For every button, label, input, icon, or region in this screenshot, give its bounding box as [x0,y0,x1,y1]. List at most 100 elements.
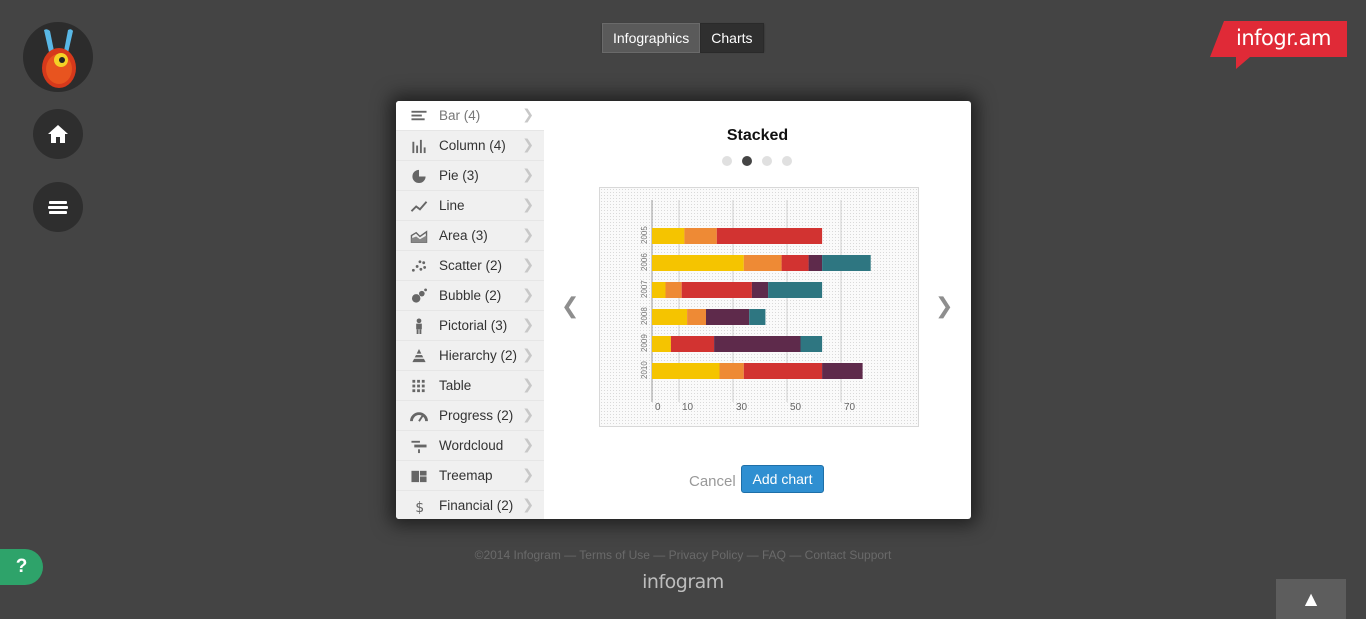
chart-type-label: Treemap [439,468,493,483]
chart-type-item[interactable]: Treemap ❯ [396,461,544,491]
library-button[interactable] [33,182,83,232]
chart-type-item[interactable]: Area (3) ❯ [396,221,544,251]
bar-segment [652,363,720,379]
area-chart-icon [410,230,428,243]
chart-type-label: Column (4) [439,138,506,153]
chart-type-item[interactable]: Bar (4) ❯ [396,101,544,131]
table-icon [412,379,425,393]
chart-type-item[interactable]: $ Financial (2) ❯ [396,491,544,519]
carousel-dot[interactable] [762,156,772,166]
chevron-up-icon: ▲ [1304,589,1318,608]
brand-logo-text: infogr.am [1236,26,1331,50]
chart-type-item[interactable]: Wordcloud ❯ [396,431,544,461]
bar-segment [706,309,750,325]
chart-type-item[interactable]: Line ❯ [396,191,544,221]
bar-segment [652,255,744,271]
chart-type-item[interactable]: Scatter (2) ❯ [396,251,544,281]
svg-text:$: $ [415,500,424,514]
tab-infographics[interactable]: Infographics [602,23,701,53]
bar-segment [681,282,752,298]
footer-links[interactable]: ©2014 Infogram — Terms of Use — Privacy … [0,548,1366,562]
gauge-icon [410,412,428,422]
y-tick-label: 2007 [640,280,649,298]
add-chart-button[interactable]: Add chart [741,465,824,493]
carousel-dot[interactable] [782,156,792,166]
chart-type-item[interactable]: Table ❯ [396,371,544,401]
tab-charts[interactable]: Charts [700,23,764,53]
bar-segment [716,228,823,244]
carousel-dots [722,156,792,166]
chevron-right-icon: ❯ [522,197,534,213]
chart-type-label: Hierarchy (2) [439,348,518,363]
chevron-right-icon: ❯ [522,257,534,273]
column-chart-icon [412,139,426,154]
scroll-to-top-button[interactable]: ▲ [1276,579,1346,619]
bar-segment [768,282,823,298]
x-tick-label: 50 [790,402,802,413]
chart-type-item[interactable]: Hierarchy (2) ❯ [396,341,544,371]
bubble-chart-icon [411,288,427,303]
bar-segment [743,255,782,271]
bar-segment [808,255,823,271]
chevron-right-icon: ❯ [522,407,534,423]
infogram-logo-avatar[interactable] [23,22,93,92]
bar-segment [719,363,744,379]
bar-segment [670,336,715,352]
chevron-right-icon: ❯ [522,167,534,183]
y-tick-label: 2005 [640,226,649,244]
pie-chart-icon [412,168,427,184]
bar-segment [652,228,685,244]
stacked-bar-chart: 2005 2006 2007 2008 2009 2010 0 10 30 50 70 [640,200,871,413]
chart-type-item[interactable]: Column (4) ❯ [396,131,544,161]
next-arrow-icon[interactable]: ❯ [935,294,953,319]
chart-type-label: Financial (2) [439,498,514,513]
chart-type-item[interactable]: Progress (2) ❯ [396,401,544,431]
cancel-button[interactable]: Cancel [689,473,736,490]
chart-type-label: Line [439,198,465,213]
person-icon [416,318,422,334]
dollar-icon: $ [415,500,424,514]
y-tick-label: 2006 [640,253,649,271]
bar-segment [781,255,809,271]
x-tick-label: 70 [844,402,856,413]
carousel-dot[interactable] [722,156,732,166]
bar-segment [687,309,706,325]
chart-type-label: Progress (2) [439,408,514,423]
x-tick-label: 0 [655,402,661,413]
bar-segment [749,309,766,325]
scatter-chart-icon [411,260,427,272]
chart-type-item[interactable]: Pictorial (3) ❯ [396,311,544,341]
chevron-right-icon: ❯ [522,107,534,123]
chart-type-label: Area (3) [439,228,488,243]
mascot-icon [42,29,76,88]
chart-type-item[interactable]: Pie (3) ❯ [396,161,544,191]
chevron-right-icon: ❯ [522,137,534,153]
y-tick-label: 2008 [640,307,649,325]
chart-type-label: Wordcloud [439,438,504,453]
chevron-right-icon: ❯ [522,377,534,393]
chevron-right-icon: ❯ [522,227,534,243]
footer-logo: infogram [642,571,724,593]
y-tick-label: 2010 [640,361,649,379]
chevron-right-icon: ❯ [522,437,534,453]
chart-type-label: Bar (4) [439,108,481,123]
chart-type-item[interactable]: Bubble (2) ❯ [396,281,544,311]
home-icon [48,125,68,143]
treemap-icon [411,470,427,483]
bar-segment [800,336,823,352]
carousel-dot-active[interactable] [742,156,752,166]
bar-segment [652,282,666,298]
x-tick-label: 30 [736,402,748,413]
chart-type-label: Scatter (2) [439,258,503,273]
bar-segment [751,282,769,298]
chart-picker-dialog: Bar (4) ❯ Column (4) ❯ Pie (3) ❯ Line ❯ Area (3)… [396,101,971,519]
bar-segment [652,336,671,352]
chevron-right-icon: ❯ [522,467,534,483]
home-button[interactable] [33,109,83,159]
bar-segment [822,363,863,379]
bar-segment [714,336,801,352]
previous-arrow-icon[interactable]: ❮ [561,294,579,319]
pyramid-icon [412,348,426,363]
help-button[interactable]: ? [0,549,43,585]
line-chart-icon [410,201,428,212]
